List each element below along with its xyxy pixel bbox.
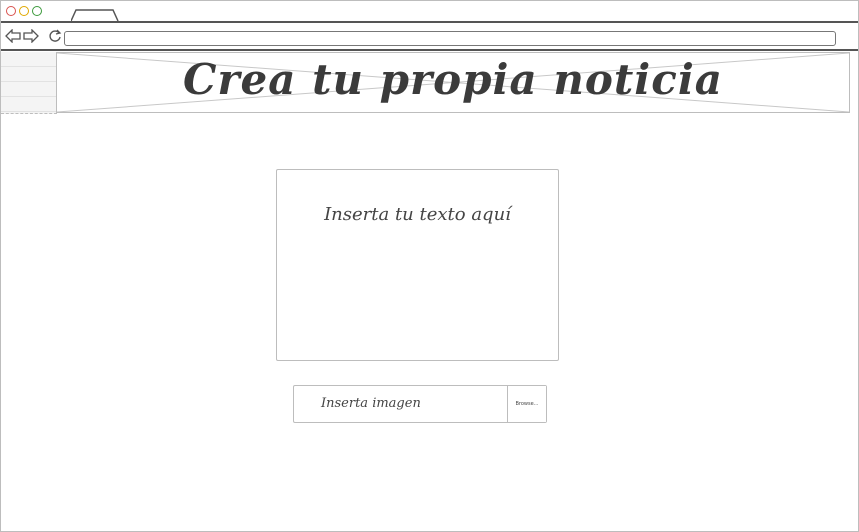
page-title: Crea tu propia noticia [183, 55, 723, 104]
image-file-input[interactable]: Inserta imagen Browse... [293, 385, 547, 423]
refresh-icon[interactable] [48, 29, 62, 43]
browse-button[interactable]: Browse... [507, 386, 546, 422]
minimize-window-icon[interactable] [19, 6, 29, 16]
browser-tab[interactable] [71, 9, 119, 22]
image-input-placeholder: Inserta imagen [321, 396, 421, 411]
url-field[interactable] [64, 31, 836, 46]
maximize-window-icon[interactable] [32, 6, 42, 16]
banner-image-placeholder: Crea tu propia noticia [56, 52, 850, 113]
back-arrow-icon[interactable] [5, 29, 21, 43]
address-bar [1, 23, 858, 51]
sidebar-placeholder [1, 52, 57, 114]
browser-window: Crea tu propia noticia Inserta tu texto … [0, 0, 859, 532]
text-placeholder: Inserta tu texto aquí [324, 204, 511, 225]
title-bar [1, 1, 858, 23]
news-text-area[interactable]: Inserta tu texto aquí [276, 169, 559, 361]
forward-arrow-icon[interactable] [23, 29, 39, 43]
close-window-icon[interactable] [6, 6, 16, 16]
